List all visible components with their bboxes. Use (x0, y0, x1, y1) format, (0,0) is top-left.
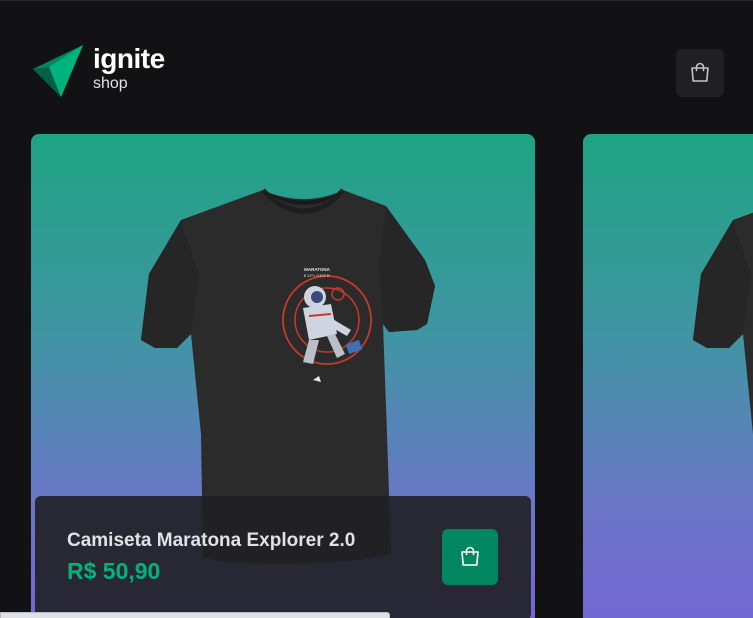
shirt-print-top-text: MARATONA (304, 267, 331, 272)
shopping-bag-icon (691, 62, 709, 82)
add-to-cart-button[interactable] (442, 529, 498, 585)
logo-mark-icon (33, 45, 83, 97)
logo[interactable]: ignite shop (31, 43, 165, 97)
logo-text: ignite shop (93, 45, 165, 92)
header: ignite shop (0, 1, 753, 134)
shopping-bag-icon (461, 546, 479, 566)
product-card[interactable]: MARATONA EXPLORER Camiseta Maratona Expl… (31, 134, 535, 618)
page: ignite shop MARATONA EXPLORER Camiseta M… (0, 0, 753, 618)
logo-title: ignite (93, 43, 165, 74)
logo-subtitle: shop (93, 75, 128, 92)
product-name: Camiseta Maratona Explorer 2.0 (67, 530, 356, 551)
shirt-print-bottom-text: EXPLORER (304, 273, 331, 278)
product-card[interactable] (583, 134, 753, 618)
status-url-tooltip (0, 612, 390, 618)
product-price: R$ 50,90 (67, 558, 161, 584)
product-image (693, 212, 753, 434)
cart-button[interactable] (676, 49, 724, 97)
product-footer: Camiseta Maratona Explorer 2.0 R$ 50,90 (35, 496, 531, 618)
